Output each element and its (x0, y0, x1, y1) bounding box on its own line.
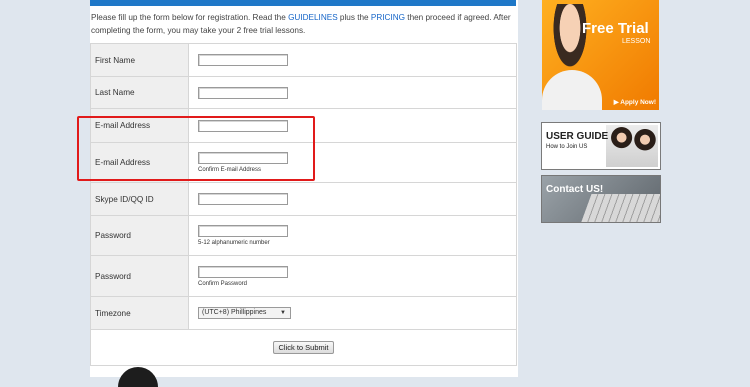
intro-text-1: Please fill up the form below for regist… (91, 13, 289, 22)
model-photo (546, 4, 594, 84)
guidelines-link[interactable]: GUIDELINES (288, 13, 338, 22)
contact-us-title: Contact US! (546, 184, 604, 195)
skype-input[interactable] (198, 193, 288, 205)
row-password-confirm: Password Confirm Password (90, 255, 517, 297)
apply-now-link[interactable]: ▶ Apply Now! (614, 98, 656, 106)
keyboard-photo (580, 194, 660, 222)
row-first-name: First Name (90, 43, 517, 77)
password-confirm-label: Password (90, 255, 189, 297)
chevron-down-icon: ▼ (280, 310, 286, 316)
row-skype: Skype ID/QQ ID (90, 182, 517, 216)
user-guide-banner[interactable]: USER GUIDE How to Join US (541, 122, 661, 170)
timezone-select[interactable]: (UTC+8) Phillippines ▼ (198, 307, 291, 319)
password-label: Password (90, 215, 189, 256)
free-trial-subtitle: LESSON (622, 38, 651, 45)
timezone-label: Timezone (90, 296, 189, 330)
first-name-label: First Name (90, 43, 189, 77)
last-name-label: Last Name (90, 76, 189, 109)
email-highlight-box (77, 116, 315, 181)
user-guide-title: USER GUIDE (546, 131, 609, 142)
registration-intro: Please fill up the form below for regist… (91, 11, 521, 37)
intro-text-2: plus the (337, 13, 371, 22)
row-last-name: Last Name (90, 76, 517, 109)
row-submit: Click to Submit (90, 329, 517, 366)
skype-label: Skype ID/QQ ID (90, 182, 189, 216)
free-trial-title: Free Trial (582, 20, 649, 37)
top-blue-strip (90, 0, 516, 6)
user-guide-photo (606, 125, 658, 167)
password-input[interactable] (198, 225, 288, 237)
timezone-selected-value: (UTC+8) Phillippines (202, 309, 267, 316)
user-guide-subtitle: How to Join US (546, 144, 588, 150)
first-name-input[interactable] (198, 54, 288, 66)
row-timezone: Timezone (UTC+8) Phillippines ▼ (90, 296, 517, 330)
row-password: Password 5-12 alphanumeric number (90, 215, 517, 256)
contact-us-banner[interactable]: Contact US! (541, 175, 661, 223)
password-hint: 5-12 alphanumeric number (198, 240, 270, 246)
password-confirm-hint: Confirm Password (198, 280, 248, 287)
free-trial-banner[interactable]: Free Trial LESSON ▶ Apply Now! (542, 0, 659, 110)
pricing-link[interactable]: PRICING (371, 13, 405, 22)
submit-button[interactable]: Click to Submit (273, 341, 334, 354)
registration-form: First Name Last Name E-mail Address E-ma… (90, 43, 517, 366)
last-name-input[interactable] (198, 86, 288, 99)
password-confirm-input[interactable] (198, 265, 288, 278)
